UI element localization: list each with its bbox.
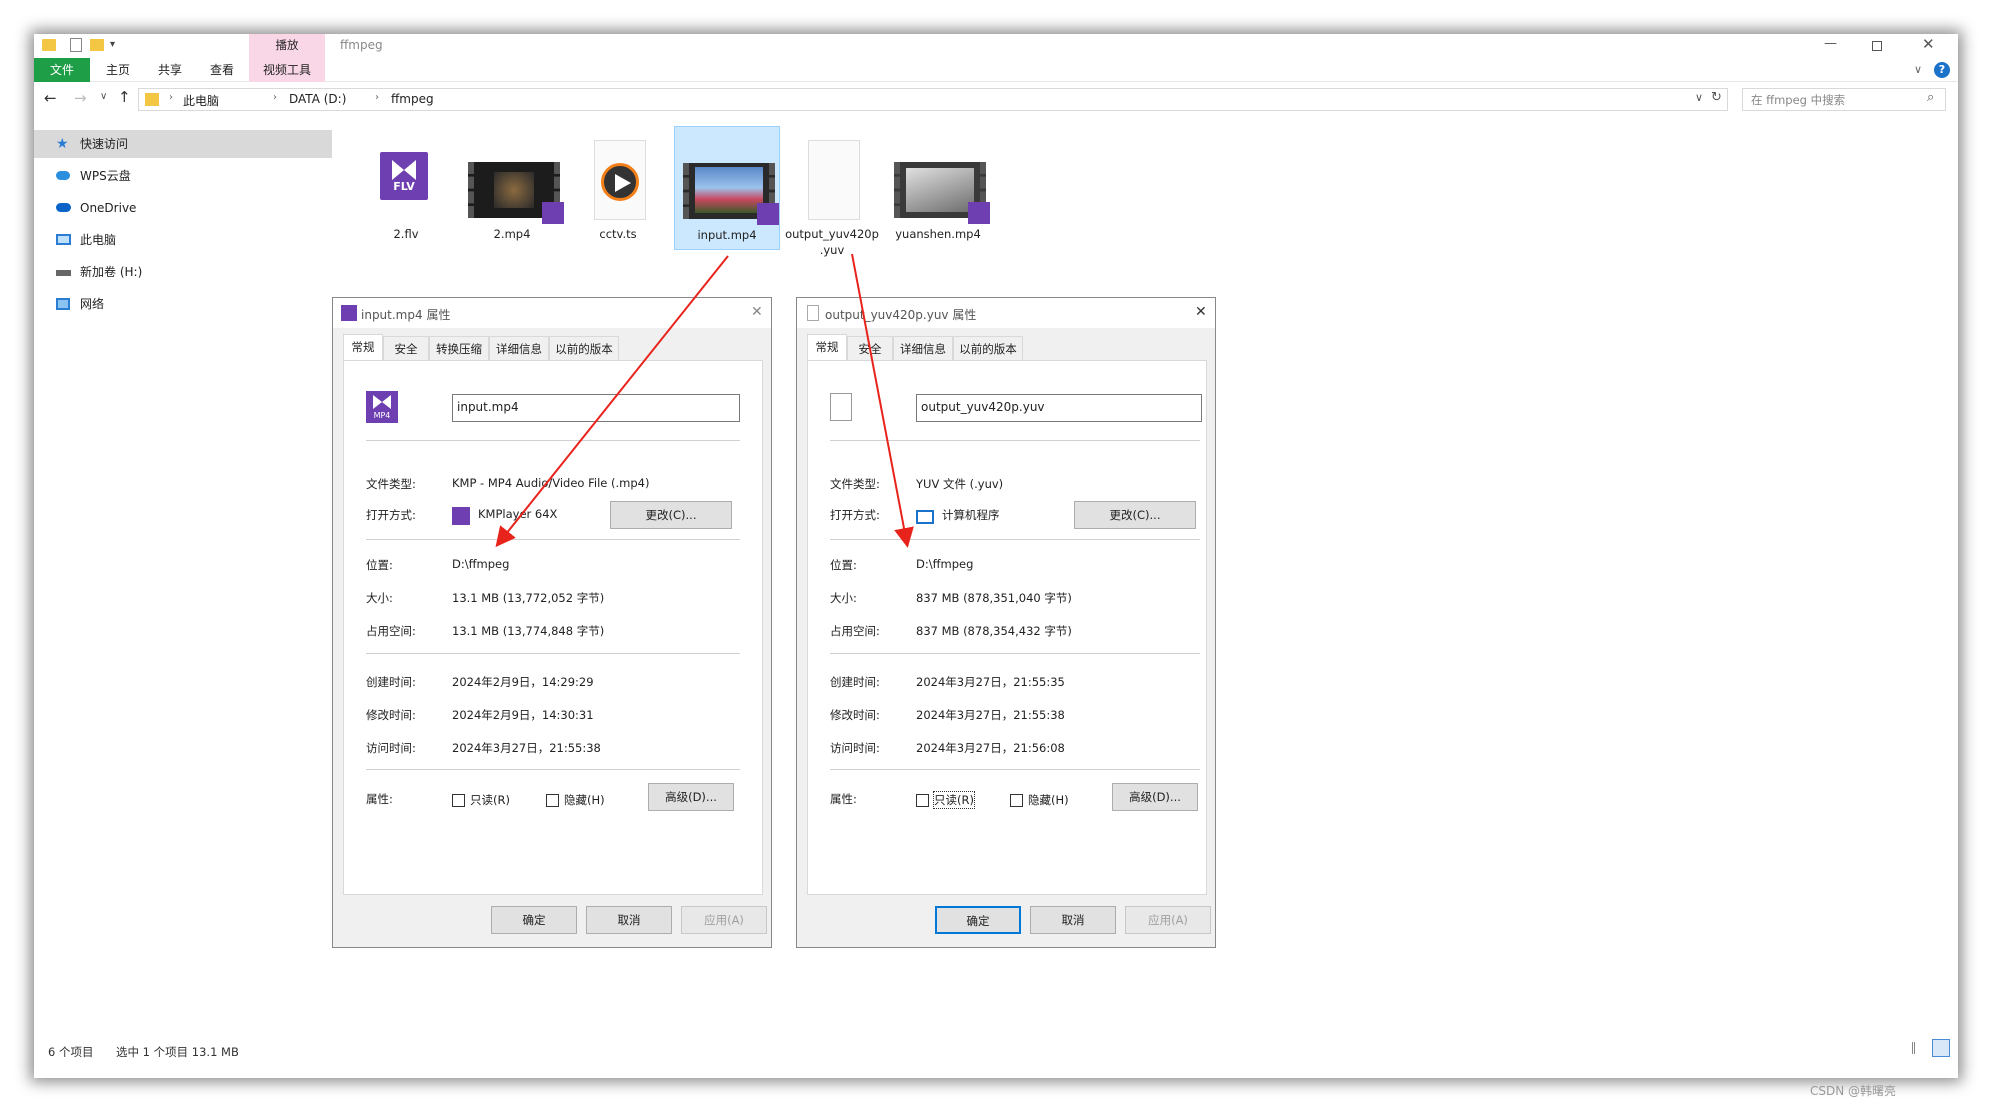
watermark: CSDN @韩曙亮 (1810, 1084, 1897, 1098)
large-icons-view-icon[interactable] (1932, 1039, 1950, 1057)
status-selected: 选中 1 个项目 13.1 MB (116, 1045, 239, 1059)
details-view-icon[interactable] (1912, 1042, 1926, 1054)
arrow-output-size (851, 253, 914, 548)
status-count: 6 个项目 (48, 1045, 94, 1059)
explorer-window: ▾ 播放 ffmpeg — ✕ 文件 主页 共享 查看 视频工具 ∨ ? ← →… (34, 34, 1958, 1078)
annotation-arrows (495, 253, 914, 548)
arrow-input-size (495, 255, 729, 548)
